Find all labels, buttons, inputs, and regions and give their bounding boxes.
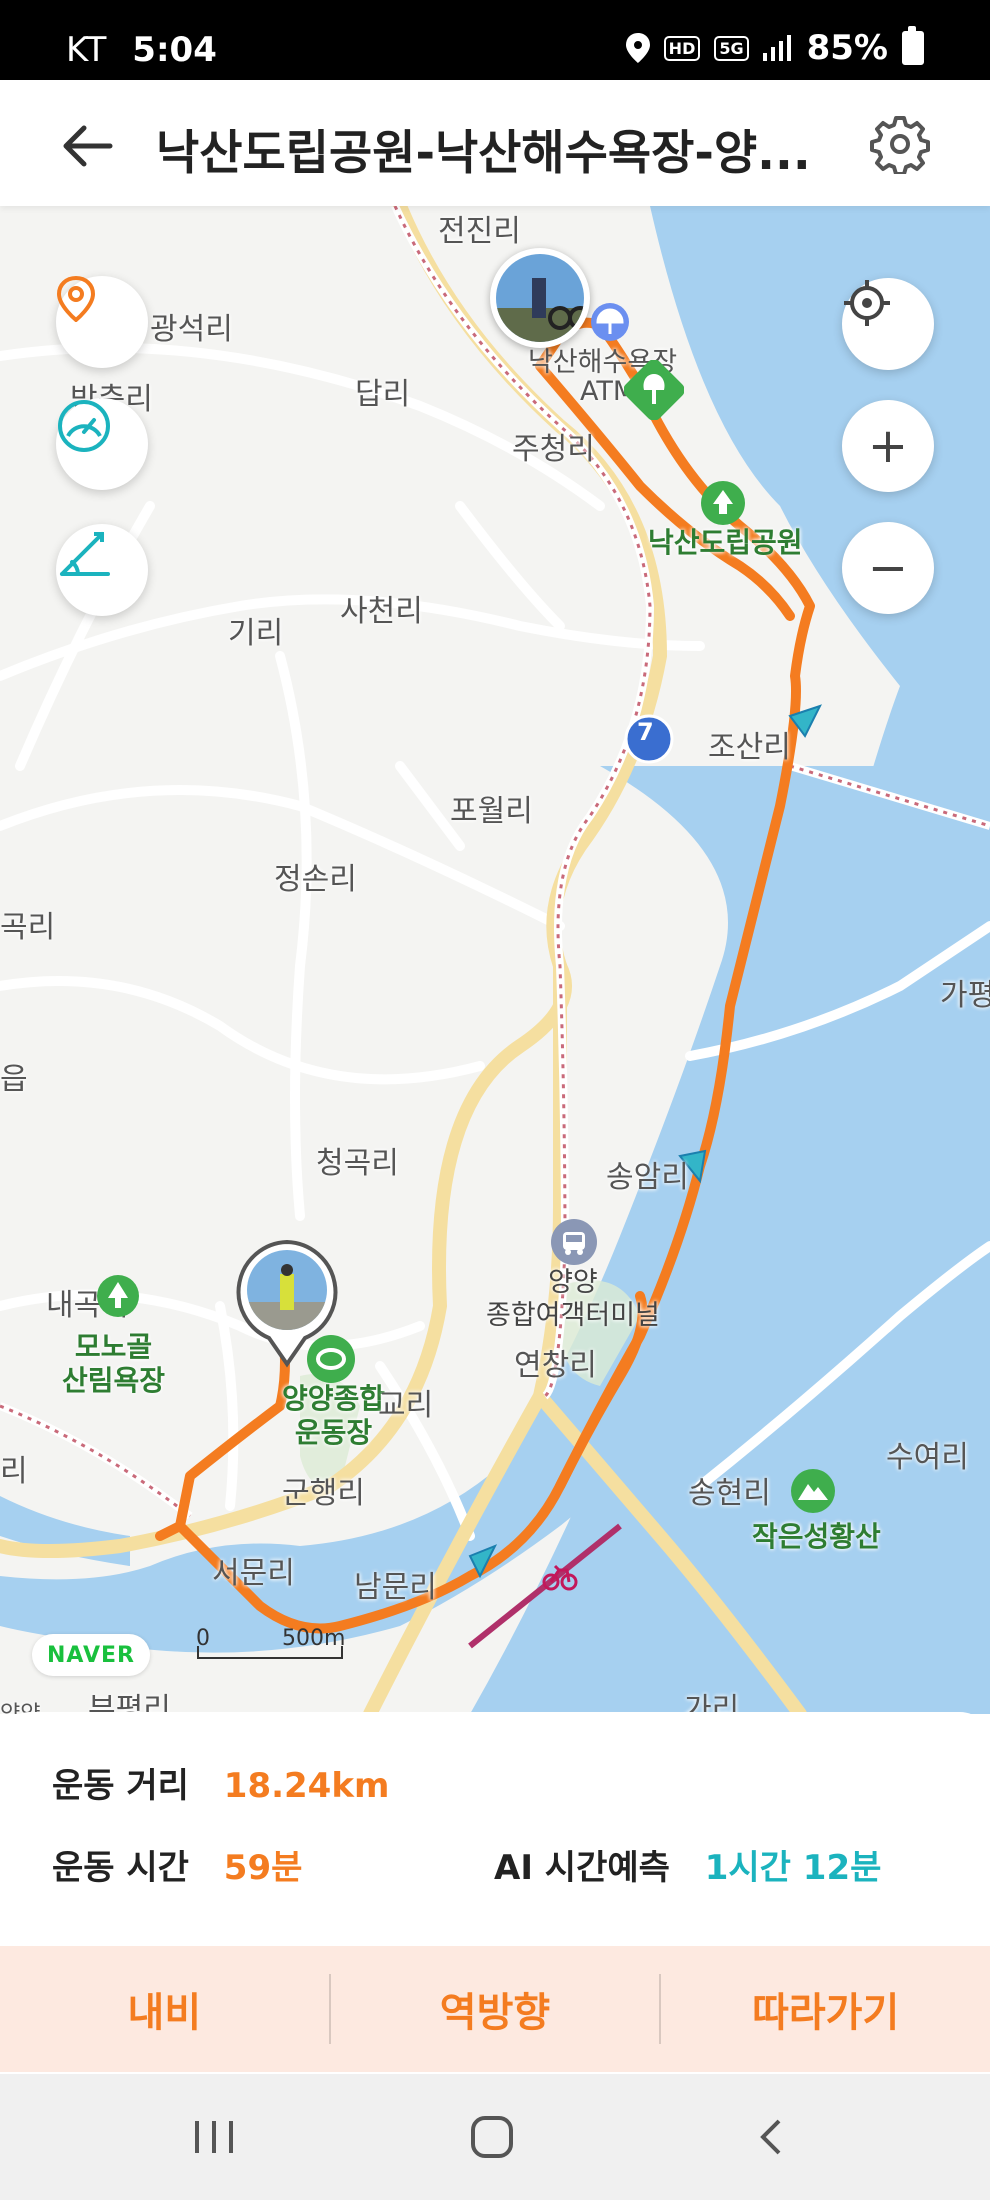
- time-value: 59분: [223, 1848, 303, 1888]
- speedometer-icon: [58, 400, 110, 452]
- time-label: 운동 시간: [52, 1848, 189, 1888]
- place-label: 기리: [228, 616, 284, 651]
- top-header: 낙산도립공원-낙산해수욕장-양...: [0, 80, 990, 206]
- speed-button[interactable]: [56, 398, 148, 490]
- scale-bar: [197, 1646, 343, 1659]
- status-bar: KT 5:04 HD 5G 85%: [0, 0, 990, 80]
- place-label: 낙산도립공원: [648, 526, 803, 559]
- route-title: 낙산도립공원-낙산해수욕장-양...: [156, 126, 811, 181]
- place-label: 포월리: [450, 794, 533, 829]
- home-button[interactable]: [452, 2104, 532, 2170]
- place-label: 교리: [378, 1388, 434, 1423]
- place-label: 청곡리: [316, 1146, 399, 1181]
- ai-time-label: AI 시간예측: [494, 1848, 670, 1888]
- place-label: 작은성황산: [752, 1520, 881, 1553]
- place-label: 남문리: [354, 1570, 437, 1605]
- crosshair-icon: [844, 280, 890, 326]
- place-label: 수여리: [886, 1440, 969, 1475]
- place-label: 송현리: [688, 1476, 771, 1511]
- bus-icon[interactable]: [550, 1218, 598, 1266]
- place-label: 양양종합 운동장: [282, 1382, 386, 1449]
- zoom-in-button[interactable]: +: [842, 400, 934, 492]
- chevron-left-icon: [760, 2119, 781, 2155]
- place-label: 읍: [0, 1062, 28, 1097]
- park-marker-icon[interactable]: [700, 480, 746, 526]
- distance-label: 운동 거리: [52, 1766, 189, 1806]
- route-map[interactable]: 전진리 광석리 방축리 답리 주청리 낙산해수욕장 ATM 낙산도립공원 기리 …: [0, 206, 990, 1714]
- place-label: 군행리: [282, 1476, 365, 1511]
- zoom-out-button[interactable]: −: [842, 522, 934, 614]
- place-label: 모노골 산림욕장: [62, 1330, 166, 1397]
- follow-button[interactable]: 따라가기: [661, 1946, 990, 2072]
- distance-row: 운동 거리 18.24km: [52, 1758, 389, 1807]
- battery-percent: 85%: [806, 28, 888, 68]
- route-number: 7: [637, 718, 654, 746]
- ai-time-value: 1시간 12분: [704, 1848, 882, 1888]
- bicycle-icon: [542, 1564, 578, 1591]
- place-label: 양양 종합여객터미널: [486, 1267, 660, 1331]
- elevation-button[interactable]: [56, 524, 148, 616]
- location-icon: [625, 33, 650, 63]
- place-label: 부평리: [88, 1692, 171, 1714]
- place-label: 연창리: [514, 1348, 597, 1383]
- marker-button[interactable]: [56, 276, 148, 368]
- hd-badge: HD: [663, 35, 701, 61]
- place-label: 답리: [355, 377, 411, 412]
- place-label: 리: [0, 1454, 28, 1489]
- place-label: 주청리: [512, 432, 595, 467]
- home-icon: [471, 2116, 513, 2158]
- mountain-icon[interactable]: [790, 1468, 836, 1514]
- tree-icon[interactable]: [624, 360, 684, 420]
- end-photo-marker[interactable]: [232, 1238, 342, 1368]
- map-canvas: [0, 206, 990, 1714]
- place-label: 서문리: [212, 1556, 295, 1591]
- place-label: 전진리: [438, 214, 521, 249]
- arrow-left-icon[interactable]: [58, 116, 118, 176]
- route-info-panel: 운동 거리 18.24km 운동 시간 59분 AI 시간예측 1시간 12분: [0, 1712, 990, 1944]
- recent-apps-button[interactable]: [174, 2104, 254, 2170]
- beach-umbrella-icon[interactable]: [590, 302, 630, 342]
- carrier-label: KT: [66, 30, 107, 70]
- photo-thumbnail: [496, 254, 584, 342]
- forest-icon[interactable]: [96, 1274, 140, 1318]
- naver-logo: NAVER: [32, 1634, 150, 1676]
- clock: 5:04: [132, 30, 217, 70]
- place-label: 가평: [940, 978, 990, 1013]
- recent-apps-icon: [195, 2121, 233, 2153]
- signal-icon: [762, 35, 791, 61]
- place-label: 곡리: [0, 910, 56, 945]
- action-bar: 내비 역방향 따라가기: [0, 1946, 990, 2072]
- start-photo-marker[interactable]: [490, 248, 590, 348]
- back-button[interactable]: [730, 2104, 810, 2170]
- map-scale: 0 500m: [196, 1626, 346, 1660]
- gear-icon[interactable]: [870, 114, 930, 174]
- place-label: 송암리: [606, 1160, 689, 1195]
- place-label: 사천리: [340, 594, 423, 629]
- location-pin-icon: [56, 276, 96, 322]
- locate-button[interactable]: [842, 278, 934, 370]
- system-nav-bar: [0, 2074, 990, 2200]
- photo-pin: [236, 1239, 338, 1368]
- elevation-icon: [60, 532, 110, 576]
- battery-icon: [902, 26, 924, 65]
- distance-value: 18.24km: [223, 1766, 390, 1806]
- reverse-button[interactable]: 역방향: [331, 1946, 660, 2072]
- navi-button[interactable]: 내비: [0, 1946, 329, 2072]
- place-label: 조산리: [708, 730, 791, 765]
- ai-prediction-row: AI 시간예측 1시간 12분: [494, 1840, 881, 1889]
- place-label: 가리: [684, 1692, 740, 1714]
- place-label: 광석리: [150, 312, 233, 347]
- time-row: 운동 시간 59분: [52, 1840, 302, 1889]
- 5g-badge: 5G: [714, 35, 749, 61]
- place-label: 정손리: [274, 862, 357, 897]
